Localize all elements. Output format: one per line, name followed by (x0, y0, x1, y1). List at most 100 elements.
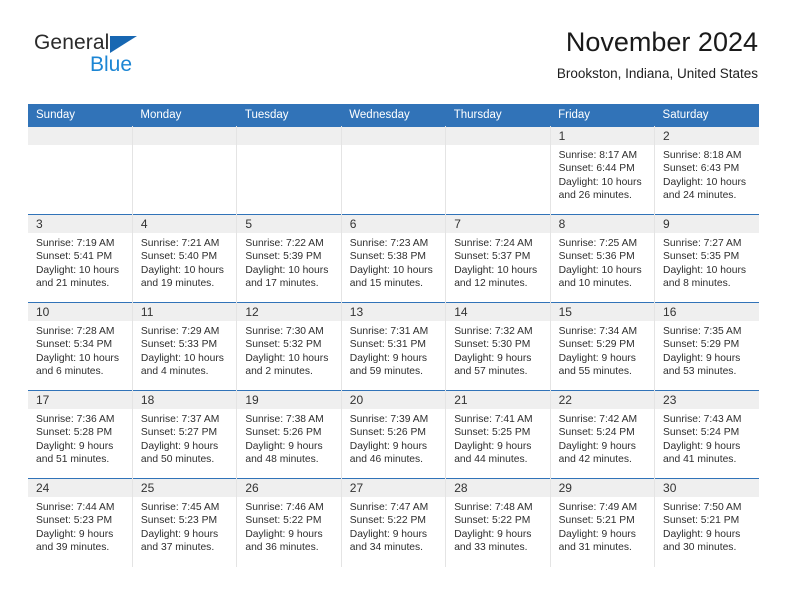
daylight-text: Daylight: 9 hours and 36 minutes. (245, 528, 323, 554)
sunrise-text: Sunrise: 7:38 AM (245, 414, 324, 425)
daylight-text: Daylight: 9 hours and 44 minutes. (454, 440, 532, 466)
sunrise-text: Sunrise: 7:37 AM (140, 414, 220, 425)
weekday-header-thursday: Thursday (445, 104, 551, 127)
day-number: 4 (132, 215, 237, 233)
calendar-week-row: 17 Sunrise: 7:36 AM Sunset: 5:28 PM Dayligh… (28, 390, 759, 479)
daylight-text: Daylight: 9 hours and 30 minutes. (663, 528, 741, 554)
sunset-text: Sunset: 5:22 PM (245, 515, 322, 527)
location-subtitle: Brookston, Indiana, United States (556, 66, 758, 82)
weekday-header-tuesday: Tuesday (236, 104, 342, 127)
day-number: 26 (237, 479, 341, 497)
day-number: 1 (550, 127, 655, 145)
sunrise-text: Sunrise: 7:29 AM (140, 326, 220, 337)
day-details: Sunrise: 7:38 AM Sunset: 5:26 PM Daylight:… (237, 409, 340, 467)
calendar-day-cell[interactable]: 2 Sunrise: 8:18 AM Sunset: 6:43 PM Daylight… (654, 126, 759, 215)
daylight-text: Daylight: 9 hours and 39 minutes. (36, 528, 114, 554)
day-details: Sunrise: 7:31 AM Sunset: 5:31 PM Daylight:… (342, 321, 445, 379)
day-details: Sunrise: 7:42 AM Sunset: 5:24 PM Daylight:… (551, 409, 654, 467)
day-number: 3 (28, 215, 132, 233)
calendar-day-cell[interactable]: 5 Sunrise: 7:22 AM Sunset: 5:39 PM Daylight… (236, 214, 342, 303)
sunset-text: Sunset: 5:26 PM (349, 427, 426, 439)
day-number-band (341, 127, 446, 145)
calendar-day-cell[interactable]: 21 Sunrise: 7:41 AM Sunset: 5:25 PM Dayligh… (445, 390, 551, 479)
day-number: 5 (237, 215, 341, 233)
day-number: 29 (550, 479, 655, 497)
calendar-day-cell[interactable]: 12 Sunrise: 7:30 AM Sunset: 5:32 PM Dayligh… (236, 302, 342, 391)
calendar-day-cell[interactable]: 8 Sunrise: 7:25 AM Sunset: 5:36 PM Daylight… (550, 214, 656, 303)
daylight-text: Daylight: 9 hours and 37 minutes. (140, 528, 219, 554)
day-number: 7 (446, 215, 550, 233)
weekday-header-sunday: Sunday (28, 104, 133, 127)
sunrise-text: Sunrise: 7:19 AM (36, 238, 115, 249)
day-details: Sunrise: 7:39 AM Sunset: 5:26 PM Daylight:… (342, 409, 445, 467)
calendar-day-cell[interactable]: 22 Sunrise: 7:42 AM Sunset: 5:24 PM Dayligh… (550, 390, 656, 479)
calendar-day-cell[interactable]: 23 Sunrise: 7:43 AM Sunset: 5:24 PM Dayligh… (654, 390, 759, 479)
sunset-text: Sunset: 6:43 PM (663, 163, 740, 175)
calendar-day-cell[interactable]: 1 Sunrise: 8:17 AM Sunset: 6:44 PM Daylight… (550, 126, 656, 215)
day-number: 30 (655, 479, 759, 497)
sunrise-text: Sunrise: 7:23 AM (349, 238, 429, 249)
sunset-text: Sunset: 5:25 PM (454, 427, 531, 439)
daylight-text: Daylight: 9 hours and 53 minutes. (663, 352, 741, 378)
sunset-text: Sunset: 5:29 PM (663, 339, 740, 351)
calendar-day-cell[interactable]: 24 Sunrise: 7:44 AM Sunset: 5:23 PM Dayligh… (28, 478, 133, 567)
page-title: November 2024 (565, 27, 758, 57)
daylight-text: Daylight: 10 hours and 2 minutes. (245, 352, 329, 378)
calendar-day-cell[interactable]: 20 Sunrise: 7:39 AM Sunset: 5:26 PM Dayligh… (341, 390, 447, 479)
daylight-text: Daylight: 10 hours and 15 minutes. (349, 264, 433, 290)
calendar-day-cell[interactable]: 16 Sunrise: 7:35 AM Sunset: 5:29 PM Dayligh… (654, 302, 759, 391)
daylight-text: Daylight: 10 hours and 6 minutes. (36, 352, 119, 378)
calendar-day-cell[interactable]: 18 Sunrise: 7:37 AM Sunset: 5:27 PM Dayligh… (132, 390, 238, 479)
sunrise-text: Sunrise: 7:46 AM (245, 502, 324, 513)
calendar-day-cell[interactable]: 26 Sunrise: 7:46 AM Sunset: 5:22 PM Dayligh… (236, 478, 342, 567)
sunset-text: Sunset: 5:37 PM (454, 251, 531, 263)
sunrise-text: Sunrise: 7:30 AM (245, 326, 324, 337)
general-blue-logo[interactable]: General Blue (34, 32, 138, 76)
calendar-week-row: 1 Sunrise: 8:17 AM Sunset: 6:44 PM Daylight… (28, 126, 759, 215)
calendar-day-cell[interactable]: 3 Sunrise: 7:19 AM Sunset: 5:41 PM Daylight… (28, 214, 133, 303)
sunset-text: Sunset: 5:41 PM (36, 251, 113, 263)
calendar-day-cell[interactable]: 6 Sunrise: 7:23 AM Sunset: 5:38 PM Daylight… (341, 214, 447, 303)
sunrise-text: Sunrise: 7:35 AM (663, 326, 742, 337)
sunset-text: Sunset: 5:28 PM (36, 427, 113, 439)
daylight-text: Daylight: 9 hours and 51 minutes. (36, 440, 114, 466)
calendar-day-cell[interactable]: 25 Sunrise: 7:45 AM Sunset: 5:23 PM Dayligh… (132, 478, 238, 567)
sunset-text: Sunset: 6:44 PM (558, 163, 635, 175)
calendar-day-cell-empty (445, 126, 551, 215)
day-number: 12 (237, 303, 341, 321)
calendar-day-cell[interactable]: 17 Sunrise: 7:36 AM Sunset: 5:28 PM Dayligh… (28, 390, 133, 479)
calendar-day-cell[interactable]: 10 Sunrise: 7:28 AM Sunset: 5:34 PM Dayligh… (28, 302, 133, 391)
daylight-text: Daylight: 9 hours and 42 minutes. (558, 440, 636, 466)
calendar-day-cell[interactable]: 4 Sunrise: 7:21 AM Sunset: 5:40 PM Daylight… (132, 214, 238, 303)
day-details: Sunrise: 7:29 AM Sunset: 5:33 PM Daylight:… (133, 321, 236, 379)
calendar-day-cell[interactable]: 13 Sunrise: 7:31 AM Sunset: 5:31 PM Dayligh… (341, 302, 447, 391)
daylight-text: Daylight: 9 hours and 31 minutes. (558, 528, 636, 554)
sunset-text: Sunset: 5:23 PM (140, 515, 218, 527)
sunrise-text: Sunrise: 8:18 AM (663, 150, 742, 161)
day-details: Sunrise: 7:25 AM Sunset: 5:36 PM Daylight:… (551, 233, 654, 291)
calendar-day-cell[interactable]: 11 Sunrise: 7:29 AM Sunset: 5:33 PM Dayligh… (132, 302, 238, 391)
calendar-day-cell-empty (341, 126, 447, 215)
sunrise-text: Sunrise: 7:39 AM (349, 414, 429, 425)
calendar-day-cell[interactable]: 30 Sunrise: 7:50 AM Sunset: 5:21 PM Dayligh… (654, 478, 759, 567)
calendar-day-cell[interactable]: 14 Sunrise: 7:32 AM Sunset: 5:30 PM Dayligh… (445, 302, 551, 391)
calendar-day-cell[interactable]: 9 Sunrise: 7:27 AM Sunset: 5:35 PM Daylight… (654, 214, 759, 303)
calendar-day-cell[interactable]: 19 Sunrise: 7:38 AM Sunset: 5:26 PM Dayligh… (236, 390, 342, 479)
day-details: Sunrise: 7:37 AM Sunset: 5:27 PM Daylight:… (133, 409, 236, 467)
calendar-day-cell[interactable]: 27 Sunrise: 7:47 AM Sunset: 5:22 PM Dayligh… (341, 478, 447, 567)
day-details: Sunrise: 7:44 AM Sunset: 5:23 PM Daylight:… (28, 497, 132, 555)
day-details: Sunrise: 8:17 AM Sunset: 6:44 PM Daylight:… (551, 145, 654, 203)
day-details: Sunrise: 7:49 AM Sunset: 5:21 PM Daylight:… (551, 497, 654, 555)
calendar-day-cell[interactable]: 15 Sunrise: 7:34 AM Sunset: 5:29 PM Dayligh… (550, 302, 656, 391)
calendar-day-cell[interactable]: 29 Sunrise: 7:49 AM Sunset: 5:21 PM Dayligh… (550, 478, 656, 567)
day-number: 16 (655, 303, 759, 321)
day-details: Sunrise: 7:47 AM Sunset: 5:22 PM Daylight:… (342, 497, 445, 555)
calendar-day-cell[interactable]: 7 Sunrise: 7:24 AM Sunset: 5:37 PM Daylight… (445, 214, 551, 303)
day-number: 9 (655, 215, 759, 233)
sunrise-text: Sunrise: 7:49 AM (558, 502, 638, 513)
day-number-band (446, 127, 550, 145)
sunrise-text: Sunrise: 8:17 AM (558, 150, 638, 161)
calendar-day-cell[interactable]: 28 Sunrise: 7:48 AM Sunset: 5:22 PM Dayligh… (445, 478, 551, 567)
sunrise-text: Sunrise: 7:25 AM (558, 238, 638, 249)
day-number: 24 (28, 479, 132, 497)
